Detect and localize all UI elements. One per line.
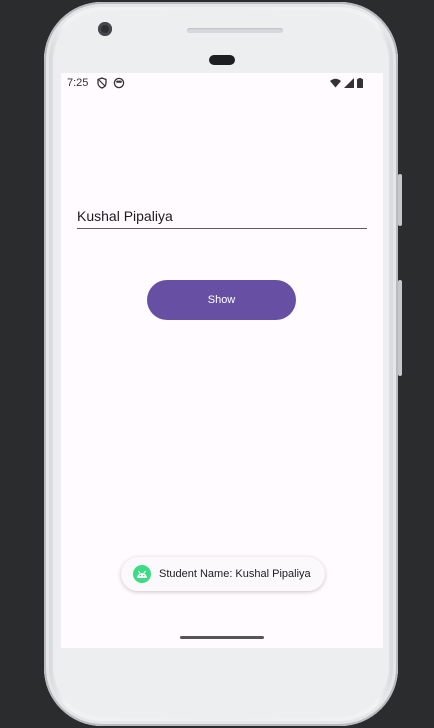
android-icon (133, 565, 151, 583)
battery-icon (357, 78, 363, 91)
signal-icon (344, 78, 354, 91)
status-bar: 7:25 (61, 73, 383, 95)
toast-text: Student Name: Kushal Pipaliya (159, 568, 311, 580)
power-button[interactable] (398, 174, 402, 226)
wifi-icon (330, 78, 341, 91)
show-button[interactable]: Show (147, 280, 296, 320)
volume-button[interactable] (398, 280, 402, 376)
toast-message: Student Name: Kushal Pipaliya (121, 557, 325, 591)
gesture-nav-handle[interactable] (180, 636, 264, 639)
shield-icon (96, 77, 108, 89)
status-time: 7:25 (67, 77, 89, 89)
front-camera (98, 22, 112, 36)
speaker-grill (187, 28, 283, 33)
emulator-stage: 7:25 Kushal Pipaliya Show Student Name: … (0, 0, 434, 728)
student-name-input[interactable] (77, 204, 367, 229)
earpiece (209, 55, 235, 65)
app-screen: 7:25 Kushal Pipaliya Show Student Name: … (61, 73, 383, 648)
face-icon (113, 77, 125, 89)
status-right-icons (330, 78, 363, 91)
